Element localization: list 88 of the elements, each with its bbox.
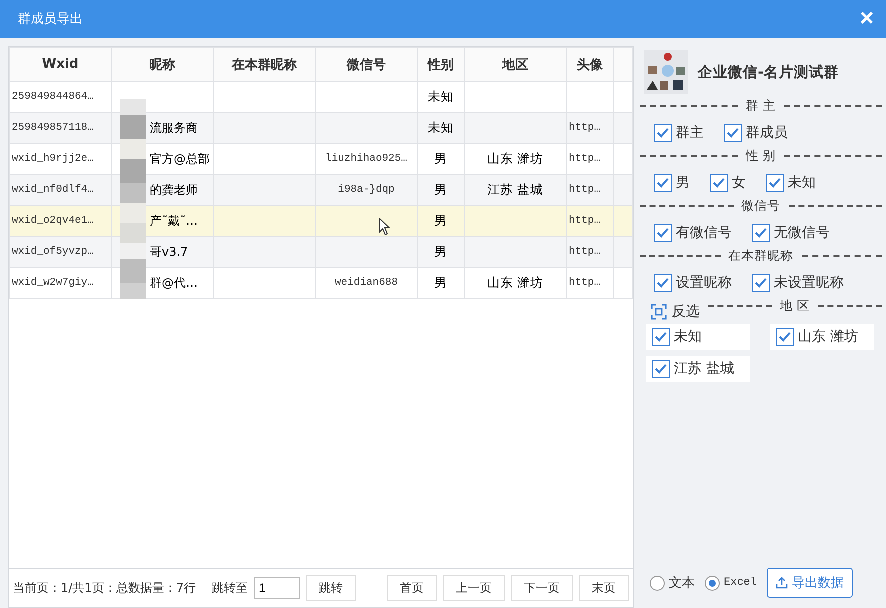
page-input[interactable]: 1: [254, 577, 300, 599]
table-cell: wxid_w2w7giy…: [12, 277, 94, 289]
table-cell: 未知: [428, 120, 454, 134]
table-cell: 群@代…: [150, 276, 198, 290]
check-icon: [656, 226, 670, 240]
cursor-icon: [379, 218, 391, 236]
check-icon: [656, 276, 670, 290]
table-cell: 男: [434, 182, 448, 196]
invert-icon: [650, 303, 668, 321]
group-name: 企业微信-名片测试群: [698, 64, 840, 82]
table-cell: http…: [569, 277, 601, 289]
table-cell: 男: [434, 150, 448, 166]
table-cell: i98a-}dqp: [338, 184, 395, 196]
export-button[interactable]: 导出数据: [767, 568, 854, 598]
column-header[interactable]: 微信号: [316, 48, 418, 82]
page-button[interactable]: 末页: [579, 575, 629, 601]
page-button[interactable]: 下一页: [511, 575, 573, 601]
check-icon: [768, 176, 782, 190]
filter-checkbox[interactable]: 未知: [646, 324, 750, 350]
filter-checkbox[interactable]: 群成员: [724, 124, 788, 142]
table-cell: weidian688: [334, 277, 398, 289]
check-icon: [754, 276, 768, 290]
filter-checkbox[interactable]: 群主: [654, 124, 704, 142]
table-cell: wxid_o2qv4e1…: [12, 215, 94, 227]
table-row[interactable]: wxid_o2qv4e1… 产˜戴˜… 男 http…: [10, 206, 632, 236]
check-icon: [654, 362, 668, 376]
table-cell: 产˜戴˜…: [150, 214, 198, 228]
table-row[interactable]: wxid_nf0dlf4… 的龚老师 i98a-}dqp 男 江苏 盐城 http…: [10, 174, 632, 206]
table-cell: 山东 潍坊: [488, 150, 544, 166]
check-icon: [778, 330, 792, 344]
table-cell: 259849857118…: [12, 122, 94, 134]
table-cell: 山东 潍坊: [488, 274, 544, 290]
upload-icon: [776, 577, 788, 589]
section-heading: 地 区: [780, 298, 810, 314]
jump-button[interactable]: 跳转: [306, 575, 356, 601]
table-cell: 未知: [428, 88, 454, 104]
filter-checkbox[interactable]: 山东 潍坊: [770, 324, 874, 350]
check-icon: [656, 176, 670, 190]
column-header[interactable]: Wxid: [10, 48, 112, 82]
table-cell: wxid_nf0dlf4…: [12, 184, 94, 196]
filter-checkbox[interactable]: 江苏 盐城: [646, 356, 750, 382]
page-button[interactable]: 首页: [387, 575, 437, 601]
check-icon: [712, 176, 726, 190]
table-row[interactable]: 259849857118… 流服务商 未知 http…: [10, 112, 632, 144]
table-cell: 的龚老师: [150, 182, 198, 196]
filter-checkbox[interactable]: 未知: [766, 174, 816, 192]
invert-selection-button[interactable]: 反选: [640, 303, 700, 321]
window-title: 群成员导出: [18, 11, 83, 28]
filter-checkbox[interactable]: 有微信号: [654, 224, 732, 242]
table-cell: 江苏 盐城: [488, 182, 544, 196]
table-cell: http…: [569, 215, 601, 227]
table-cell: 男: [434, 244, 448, 258]
table-cell: http…: [569, 246, 601, 258]
table-row[interactable]: wxid_of5yvzp… 哥v3.7 男 http…: [10, 236, 632, 268]
jump-label: 跳转至: [212, 580, 248, 596]
filter-checkbox[interactable]: 未设置昵称: [752, 274, 844, 292]
section-heading: 在本群昵称: [728, 248, 794, 264]
table-cell: wxid_of5yvzp…: [12, 246, 94, 258]
check-icon: [654, 330, 668, 344]
column-header[interactable]: 地区: [464, 48, 566, 82]
filter-checkbox[interactable]: 无微信号: [752, 224, 830, 242]
table-cell: 259849844864…: [12, 91, 94, 103]
table-cell: 男: [434, 212, 448, 228]
table-cell: 男: [434, 274, 448, 290]
page-info: 当前页：1/共1页：总数据量：7行: [13, 580, 196, 596]
format-radio[interactable]: Excel: [705, 576, 758, 590]
table-cell: http…: [569, 153, 601, 165]
column-header[interactable]: 头像: [566, 48, 614, 82]
table-cell: 哥v3.7: [150, 244, 188, 258]
table-cell: liuzhihao925…: [326, 153, 408, 165]
section-heading: 群 主: [746, 98, 776, 114]
table-cell: http…: [569, 122, 601, 134]
section-heading: 微信号: [742, 198, 780, 214]
table-cell: http…: [569, 184, 601, 196]
filter-checkbox[interactable]: 设置昵称: [654, 274, 732, 292]
page-button[interactable]: 上一页: [443, 575, 505, 601]
group-avatar-icon: [644, 50, 688, 94]
format-radio[interactable]: 文本: [650, 574, 695, 592]
table-cell: 官方@总部: [150, 152, 210, 166]
table-cell: 流服务商: [150, 120, 198, 134]
section-heading: 性 别: [746, 148, 776, 164]
column-header[interactable]: 昵称: [112, 48, 214, 82]
check-icon: [656, 126, 670, 140]
check-icon: [754, 226, 768, 240]
column-header[interactable]: 性别: [418, 48, 464, 82]
column-header[interactable]: 在本群昵称: [214, 48, 316, 82]
check-icon: [726, 126, 740, 140]
table-cell: wxid_h9rjj2e…: [12, 153, 94, 165]
